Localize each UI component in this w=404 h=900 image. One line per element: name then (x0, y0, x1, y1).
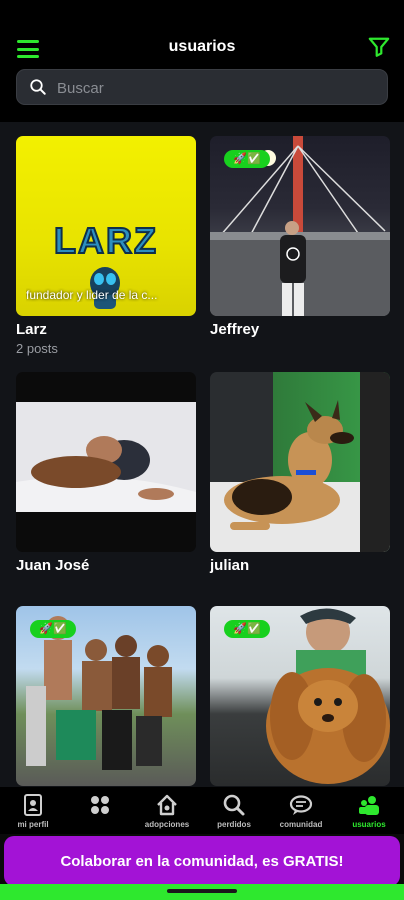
nav-mi-perfil[interactable]: mi perfil (0, 787, 66, 834)
nav-label: perdidos (217, 820, 251, 829)
user-card-juan-jose[interactable]: Juan José (16, 372, 196, 574)
bottom-navigation: mi perfil adopciones perdidos comunidad (0, 787, 404, 834)
user-photo[interactable]: 🚀✅ (210, 136, 390, 316)
user-photo[interactable]: 🚀✅ (16, 606, 196, 786)
nav-label: adopciones (144, 820, 190, 829)
apps-grid-icon (91, 796, 109, 814)
search-bar[interactable] (16, 69, 388, 106)
user-card-julian[interactable]: julian (210, 372, 390, 574)
boy-dog-scene (16, 402, 196, 552)
filter-icon[interactable] (368, 36, 390, 58)
user-name: Jeffrey (210, 321, 260, 338)
verified-badge: 🚀✅ (224, 620, 270, 638)
user-card-larz[interactable]: LARZ fundador y lider de la c... Larz 2 … (16, 136, 196, 356)
user-post-count: 2 posts (16, 341, 58, 356)
user-card-5[interactable]: 🚀✅ (16, 606, 196, 786)
user-name: Juan José (16, 557, 90, 574)
user-photo[interactable]: LARZ fundador y lider de la c... (16, 136, 196, 316)
user-name: Larz (16, 321, 47, 338)
profile-card-icon (24, 794, 42, 816)
search-icon (223, 794, 245, 816)
verified-badge: 🚀✅ (30, 620, 76, 638)
user-card-6[interactable]: 🚀✅ (210, 606, 390, 786)
nav-label: mi perfil (17, 820, 49, 829)
collaborate-button[interactable]: Colaborar en la comunidad, es GRATIS! (4, 836, 400, 886)
nav-perdidos[interactable]: perdidos (201, 787, 267, 834)
user-name: julian (210, 557, 250, 574)
mascot-icon (90, 267, 120, 309)
users-icon (359, 796, 379, 815)
user-photo[interactable]: 🚀✅ (210, 606, 390, 786)
nav-comunidad[interactable]: comunidad (268, 787, 334, 834)
user-description: fundador y lider de la c... (26, 288, 158, 302)
logo-text: LARZ (53, 219, 158, 262)
search-input[interactable] (55, 70, 379, 106)
nav-label: usuarios (352, 820, 386, 829)
nav-usuarios[interactable]: usuarios (336, 787, 402, 834)
page-title: usuarios (168, 38, 236, 55)
german-shepherd-scene (210, 372, 390, 552)
nav-adopciones[interactable]: adopciones (134, 787, 200, 834)
user-photo[interactable] (16, 372, 196, 552)
user-photo[interactable] (210, 372, 390, 552)
nav-apps[interactable] (67, 787, 133, 834)
nav-label: comunidad (279, 820, 323, 829)
search-icon (30, 79, 46, 95)
user-grid: LARZ fundador y lider de la c... Larz 2 … (0, 122, 404, 787)
chat-bubble-icon (289, 795, 313, 815)
verified-badge: 🚀✅ (224, 150, 270, 168)
app-header: usuarios (0, 0, 404, 122)
user-card-jeffrey[interactable]: 🚀✅ Jeffrey (210, 136, 390, 338)
home-indicator[interactable] (167, 889, 237, 893)
home-icon (157, 794, 177, 816)
